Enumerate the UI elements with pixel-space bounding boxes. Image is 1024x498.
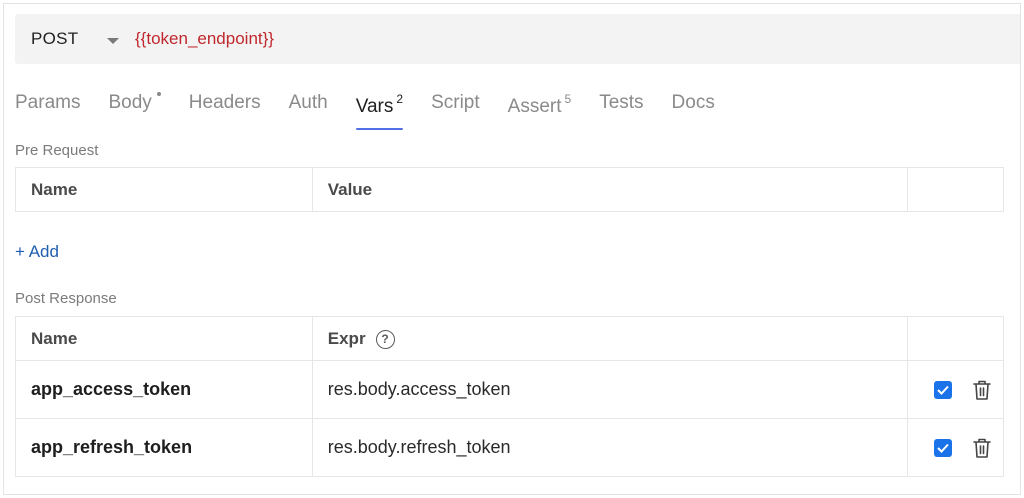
tab-label: Docs <box>671 92 715 113</box>
help-icon[interactable]: ? <box>375 329 395 349</box>
actions-column-header <box>907 316 1004 361</box>
var-expr-cell[interactable]: res.body.access_token <box>311 360 909 419</box>
chevron-down-icon[interactable] <box>107 37 119 44</box>
var-expr-cell[interactable]: res.body.refresh_token <box>311 418 909 477</box>
row-actions <box>907 360 1004 419</box>
url-input[interactable]: {{token_endpoint}} <box>135 29 274 49</box>
tab-count-badge: 5 <box>564 92 572 106</box>
tab-params[interactable]: Params <box>15 86 80 130</box>
tab-body[interactable]: Body <box>108 86 161 130</box>
trash-icon[interactable] <box>972 379 992 401</box>
check-icon <box>937 443 949 453</box>
table-header-row: Name Expr? <box>15 316 1004 361</box>
method-label[interactable]: POST <box>31 29 93 49</box>
request-pane: POST {{token_endpoint}} Params Body Head… <box>3 3 1021 495</box>
table-row: app_refresh_token res.body.refresh_token <box>15 418 1004 477</box>
table-row: app_access_token res.body.access_token <box>15 360 1004 419</box>
trash-icon[interactable] <box>972 437 992 459</box>
modified-dot-icon <box>156 92 161 96</box>
enabled-checkbox[interactable] <box>934 438 952 457</box>
var-name-cell[interactable]: app_access_token <box>15 360 313 419</box>
tab-label: Assert <box>507 96 562 117</box>
tab-count-badge: 2 <box>396 92 404 106</box>
tab-vars[interactable]: Vars 2 <box>355 86 404 130</box>
tab-label: Params <box>15 92 81 113</box>
name-column-header: Name <box>15 167 313 212</box>
var-name-cell[interactable]: app_refresh_token <box>15 418 313 477</box>
expr-column-header: Expr? <box>311 316 909 361</box>
check-icon <box>937 385 949 395</box>
tab-label: Vars <box>355 96 394 117</box>
tab-label: Tests <box>599 92 644 113</box>
value-column-header: Value <box>311 167 909 212</box>
add-var-button[interactable]: + Add <box>15 242 59 262</box>
tab-label: Headers <box>188 92 261 113</box>
actions-column-header <box>907 167 1004 212</box>
table-header-row: Name Value <box>15 167 1004 212</box>
url-bar[interactable]: POST {{token_endpoint}} <box>15 14 1020 64</box>
enabled-checkbox[interactable] <box>934 380 952 399</box>
tab-headers[interactable]: Headers <box>189 86 261 130</box>
tab-tests[interactable]: Tests <box>599 86 643 130</box>
row-actions <box>907 418 1004 477</box>
post-response-table: Name Expr? app_access_token res.body.acc… <box>15 316 1004 477</box>
tab-label: Auth <box>288 92 328 113</box>
tab-docs[interactable]: Docs <box>672 86 715 130</box>
tab-auth[interactable]: Auth <box>289 86 328 130</box>
tab-assert[interactable]: Assert 5 <box>508 86 572 130</box>
tab-script[interactable]: Script <box>431 86 480 130</box>
pre-request-heading: Pre Request <box>15 142 99 159</box>
tab-bar: Params Body Headers Auth Vars 2 Script As… <box>15 86 743 130</box>
pre-request-table: Name Value <box>15 167 1004 212</box>
name-column-header: Name <box>15 316 313 361</box>
tab-label: Script <box>431 92 480 113</box>
expr-header-label: Expr <box>327 328 366 348</box>
post-response-heading: Post Response <box>15 290 117 307</box>
tab-label: Body <box>108 92 152 113</box>
